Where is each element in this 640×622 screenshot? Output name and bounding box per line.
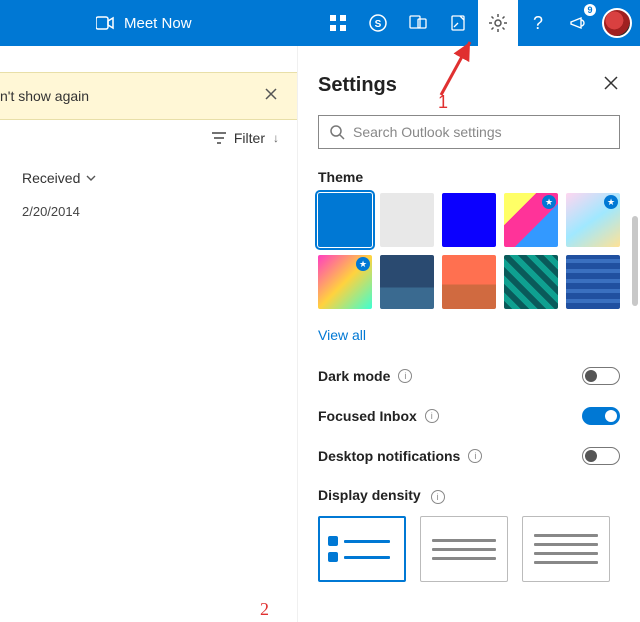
info-icon[interactable]: i [398,369,412,383]
group-header[interactable]: Received [0,156,297,196]
close-icon [604,76,618,90]
density-compact[interactable] [522,516,610,582]
video-icon [96,16,114,30]
theme-tile-blue[interactable] [318,193,372,247]
notes-button[interactable] [438,0,478,46]
desktop-notifications-label: Desktop notifications [318,448,460,464]
focused-inbox-toggle[interactable] [582,407,620,425]
theme-tile-balloons[interactable]: ★ [504,193,558,247]
info-bar-text: n't show again [0,88,89,104]
desktop-notifications-toggle[interactable] [582,447,620,465]
settings-panel: Settings Theme ★ ★ ★ View all Dark mode [298,46,640,622]
info-icon[interactable]: i [468,449,482,463]
notification-badge: 9 [584,4,596,16]
meet-now-label: Meet Now [124,15,192,32]
gear-icon [488,13,508,33]
skype-button[interactable]: S [358,0,398,46]
settings-close[interactable] [602,72,620,99]
theme-tile-darkblue[interactable] [442,193,496,247]
info-bar-close[interactable] [259,87,283,105]
info-icon[interactable]: i [431,490,445,504]
filter-label: Filter [234,130,265,146]
megaphone-icon [569,14,587,32]
settings-button[interactable] [478,0,518,46]
skype-icon: S [369,14,387,32]
theme-grid: ★ ★ ★ [318,193,620,309]
theme-tile-mountain[interactable] [380,255,434,309]
close-icon [265,88,277,100]
density-options [318,516,620,582]
dark-mode-toggle[interactable] [582,367,620,385]
settings-search-input[interactable] [353,124,609,140]
grid-icon [330,15,346,31]
filter-icon [212,132,226,144]
density-medium[interactable] [420,516,508,582]
theme-tile-unicorn[interactable]: ★ [318,255,372,309]
message-date[interactable]: 2/20/2014 [0,196,297,227]
theme-tile-ribbon[interactable]: ★ [566,193,620,247]
app-launcher-button[interactable] [318,0,358,46]
theme-label: Theme [318,169,620,185]
settings-title: Settings [318,74,397,97]
top-bar: Meet Now S ? 9 [0,0,640,46]
theme-tile-blueprint[interactable] [566,255,620,309]
theme-tile-circuit[interactable] [504,255,558,309]
theme-tile-lightgray[interactable] [380,193,434,247]
mail-list-pane: n't show again Filter ↓ Received 2/20/20… [0,46,298,622]
search-icon [329,124,345,140]
meet-now-button[interactable]: Meet Now [96,15,192,32]
theme-tile-beach[interactable] [442,255,496,309]
view-all-link[interactable]: View all [318,327,366,343]
help-button[interactable]: ? [518,0,558,46]
star-icon: ★ [604,195,618,209]
star-icon: ★ [542,195,556,209]
avatar[interactable] [602,8,632,38]
settings-search[interactable] [318,115,620,149]
info-icon[interactable]: i [425,409,439,423]
help-icon: ? [533,13,543,34]
scrollbar[interactable] [632,216,638,516]
svg-text:S: S [375,19,382,30]
group-label: Received [22,170,80,186]
sort-arrow-icon: ↓ [273,131,279,145]
teams-button[interactable] [398,0,438,46]
dark-mode-label: Dark mode [318,368,390,384]
chevron-down-icon [86,175,96,181]
star-icon: ★ [356,257,370,271]
display-density-label: Display density [318,487,421,503]
annotation-2: 2 [260,599,269,620]
info-bar: n't show again [0,72,297,120]
focused-inbox-label: Focused Inbox [318,408,417,424]
teams-icon [409,14,427,32]
notes-icon [449,14,467,32]
filter-button[interactable]: Filter ↓ [0,120,297,156]
density-full[interactable] [318,516,406,582]
announcements-button[interactable]: 9 [558,0,598,46]
